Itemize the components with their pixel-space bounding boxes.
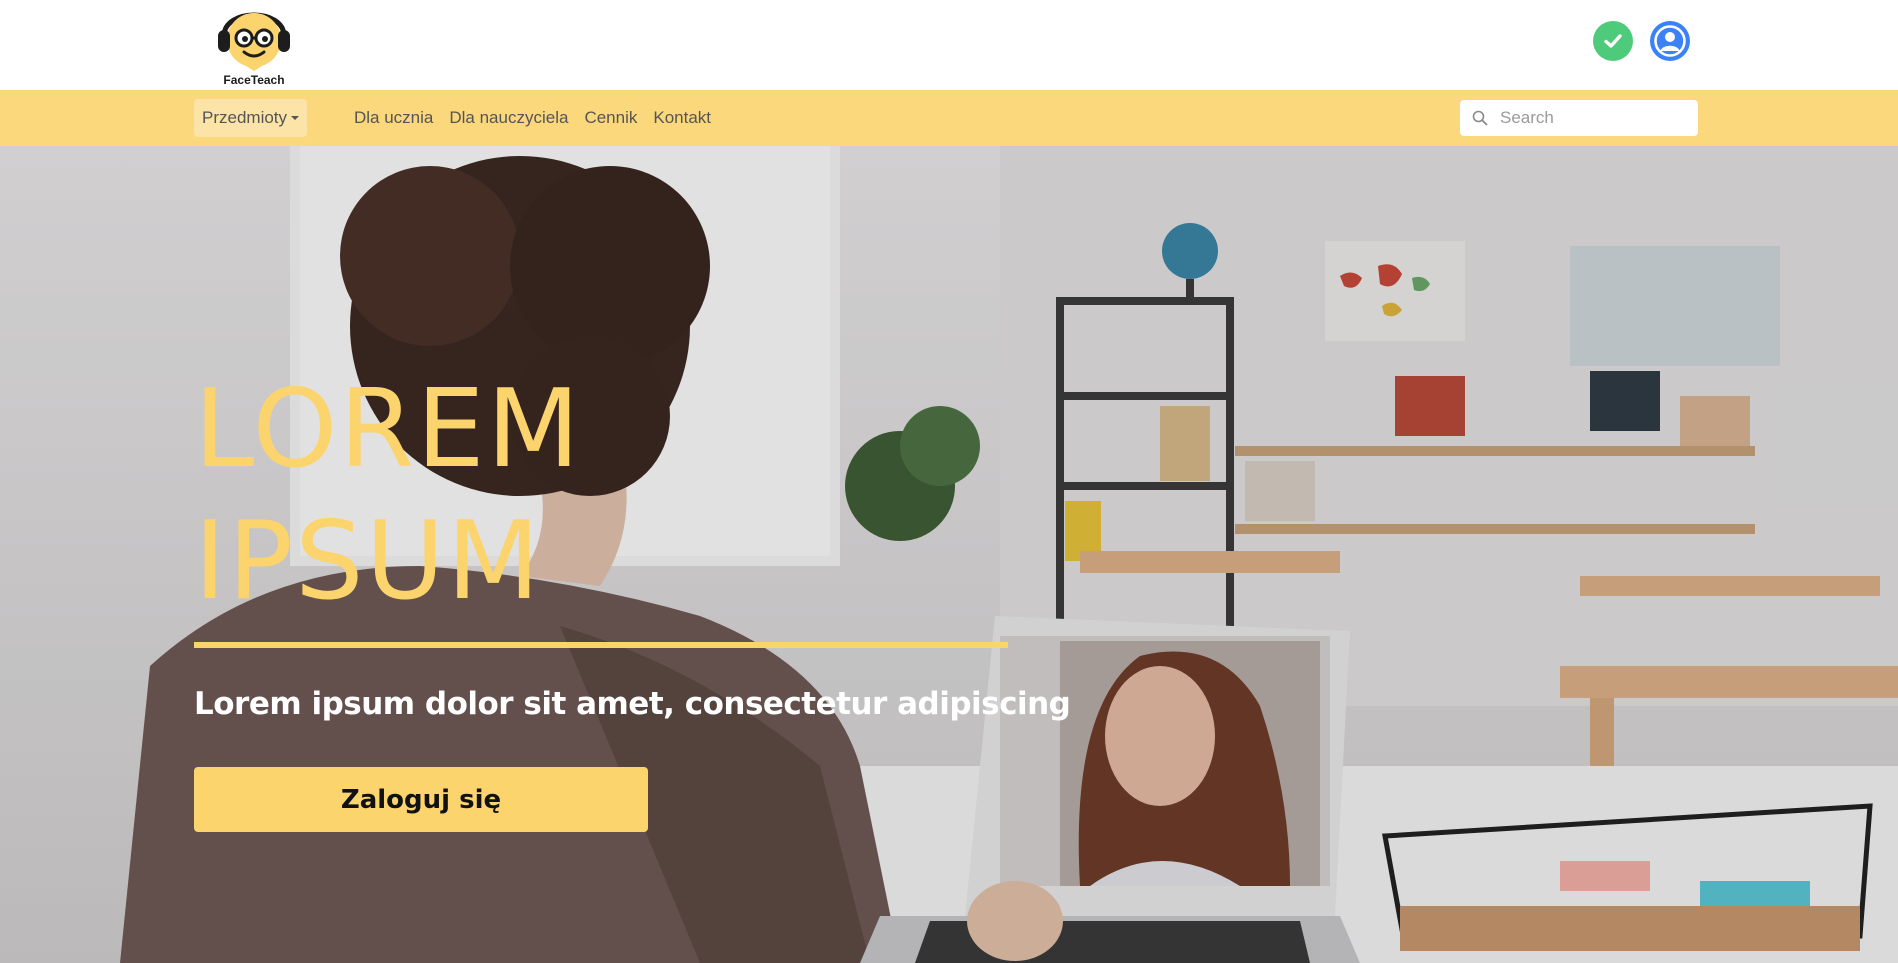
- search-box: [1460, 100, 1698, 136]
- main-navbar: Przedmioty Dla ucznia Dla nauczyciela Ce…: [0, 90, 1898, 146]
- logo[interactable]: FaceTeach: [214, 0, 294, 90]
- nav-link-student[interactable]: Dla ucznia: [354, 108, 433, 128]
- hero-section: LOREM IPSUM Lorem ipsum dolor sit amet, …: [0, 146, 1898, 963]
- caret-down-icon: [291, 116, 300, 120]
- hero-divider: [194, 642, 1008, 648]
- logo-text: FaceTeach: [223, 73, 285, 87]
- nav-link-pricing[interactable]: Cennik: [584, 108, 637, 128]
- user-account-button[interactable]: [1650, 21, 1690, 61]
- hero-title-line-2: IPSUM: [194, 499, 542, 624]
- search-icon: [1472, 110, 1488, 126]
- subjects-dropdown[interactable]: Przedmioty: [194, 99, 308, 137]
- site-header: FaceTeach: [0, 0, 1898, 90]
- hero-subtitle: Lorem ipsum dolor sit amet, consectetur …: [194, 686, 1071, 722]
- logo-mascot-icon: [218, 12, 290, 71]
- hero-title: LOREM IPSUM: [194, 364, 582, 628]
- hero-title-line-1: LOREM: [194, 367, 582, 492]
- nav-links: Dla ucznia Dla nauczyciela Cennik Kontak…: [354, 90, 727, 146]
- status-check-button[interactable]: [1593, 21, 1633, 61]
- check-icon: [1604, 34, 1622, 48]
- nav-link-teacher[interactable]: Dla nauczyciela: [449, 108, 568, 128]
- nav-link-contact[interactable]: Kontakt: [653, 108, 711, 128]
- login-button[interactable]: Zaloguj się: [194, 767, 648, 832]
- subjects-dropdown-label: Przedmioty: [202, 108, 288, 127]
- search-input[interactable]: [1498, 107, 1692, 129]
- user-icon: [1654, 25, 1686, 57]
